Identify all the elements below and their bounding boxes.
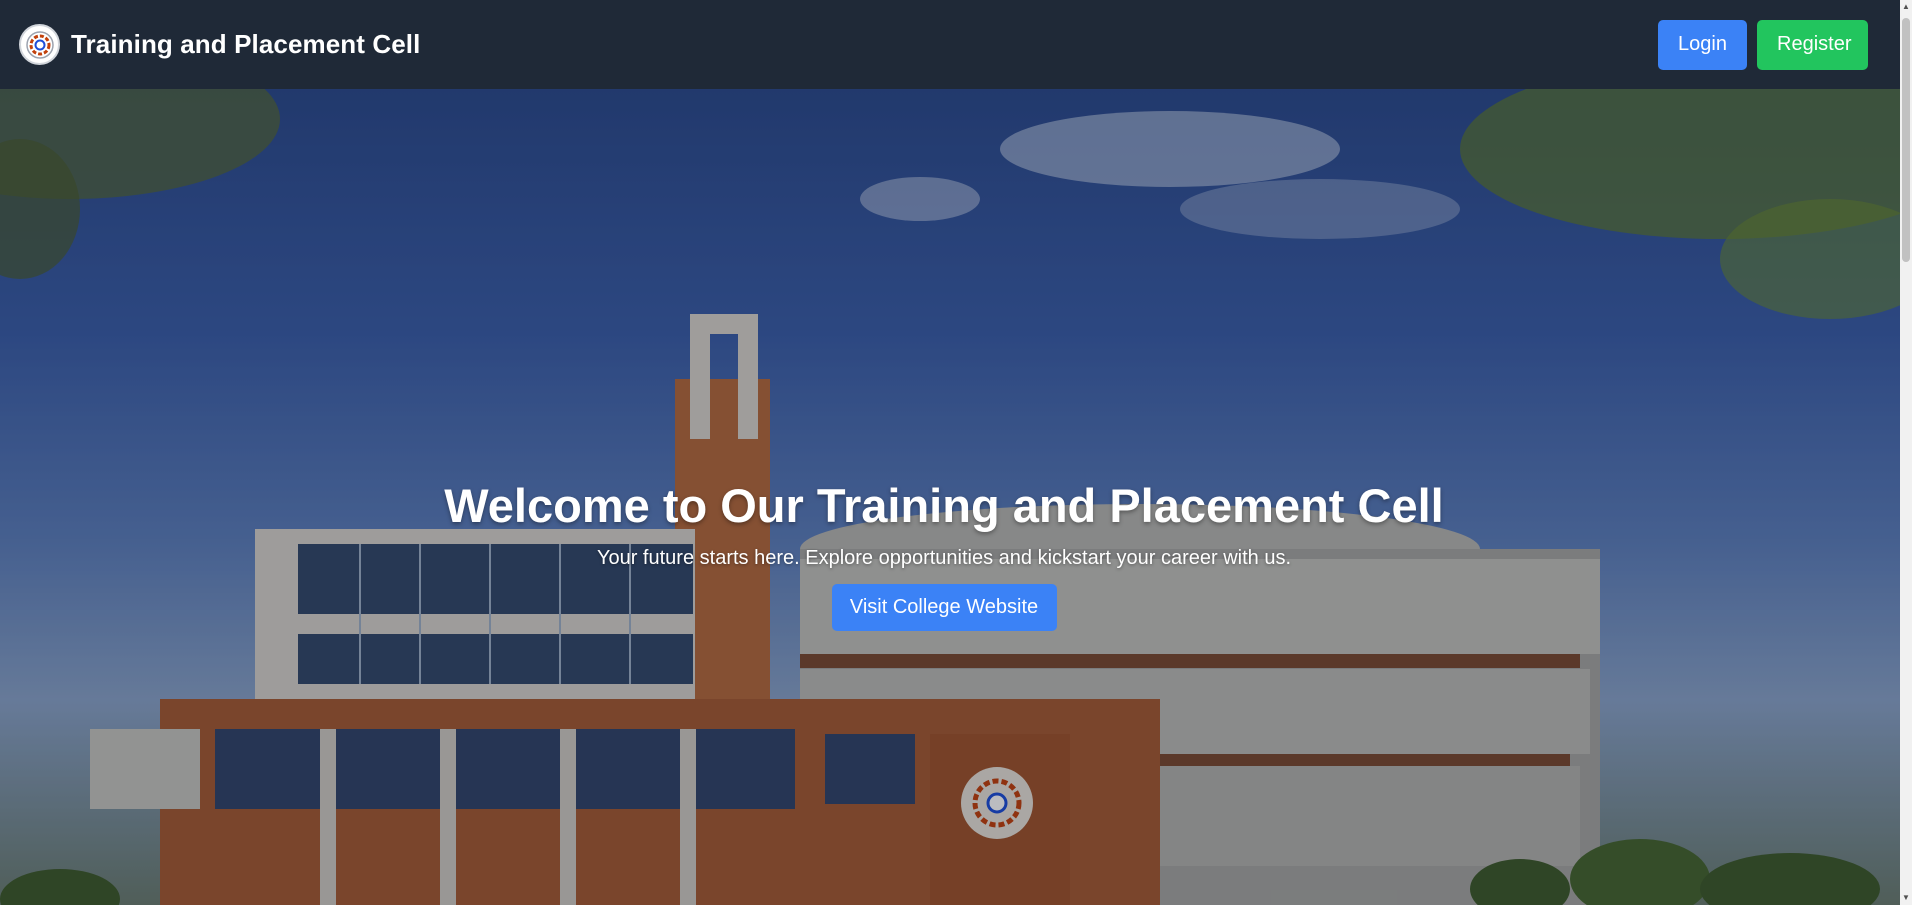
site-title: Training and Placement Cell xyxy=(71,29,421,59)
nav-actions: Login Register xyxy=(1658,19,1868,70)
hero-subtitle: Your future starts here. Explore opportu… xyxy=(596,547,1292,570)
login-button[interactable]: Login xyxy=(1658,19,1747,70)
hero-banner: Welcome to Our Training and Placement Ce… xyxy=(0,89,1900,905)
hero-title: Welcome to Our Training and Placement Ce… xyxy=(444,479,1444,532)
top-navbar: Training and Placement Cell Login Regist… xyxy=(0,0,1900,89)
page-scrollbar[interactable]: ▲ ▼ xyxy=(1900,0,1912,905)
college-emblem-icon xyxy=(19,24,60,65)
brand[interactable]: Training and Placement Cell xyxy=(19,24,420,65)
scroll-down-icon[interactable]: ▼ xyxy=(1900,891,1912,905)
visit-college-website-button[interactable]: Visit College Website xyxy=(831,584,1057,632)
register-button[interactable]: Register xyxy=(1757,19,1868,70)
scroll-up-icon[interactable]: ▲ xyxy=(1900,0,1912,14)
hero-content: Welcome to Our Training and Placement Ce… xyxy=(0,479,1888,632)
scrollbar-thumb[interactable] xyxy=(1902,18,1910,262)
